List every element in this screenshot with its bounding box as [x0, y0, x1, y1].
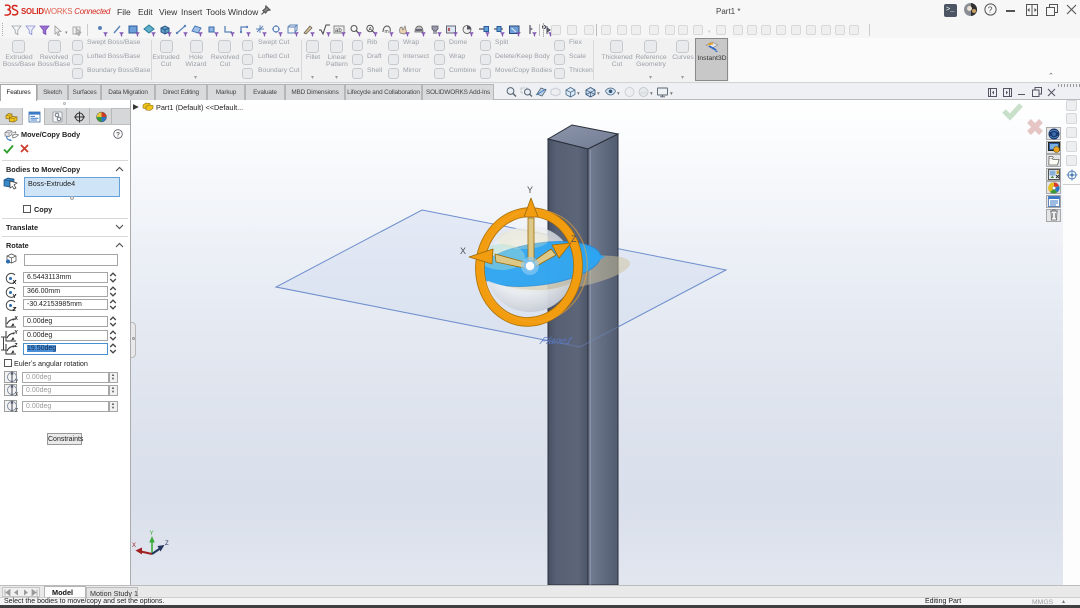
svg-text:X: X	[132, 543, 136, 549]
svg-text:Y: Y	[527, 185, 533, 195]
svg-text:Z: Z	[15, 408, 18, 413]
svg-text:Z: Z	[15, 343, 18, 349]
svg-text:Z: Z	[165, 541, 169, 547]
svg-text:Y: Y	[150, 531, 154, 537]
svg-text:X: X	[15, 392, 19, 397]
svg-text:?: ?	[116, 131, 120, 138]
svg-text:X: X	[13, 280, 17, 285]
svg-text:A: A	[368, 27, 372, 33]
svg-text:Y: Y	[15, 330, 19, 336]
svg-text:Z: Z	[571, 234, 577, 244]
svg-text:?: ?	[988, 5, 993, 15]
svg-text:ab: ab	[335, 28, 342, 34]
svg-text:X: X	[460, 246, 466, 256]
svg-text:Plane1: Plane1	[538, 336, 575, 347]
svg-text:X: X	[15, 316, 19, 322]
svg-text:m: m	[385, 29, 389, 35]
